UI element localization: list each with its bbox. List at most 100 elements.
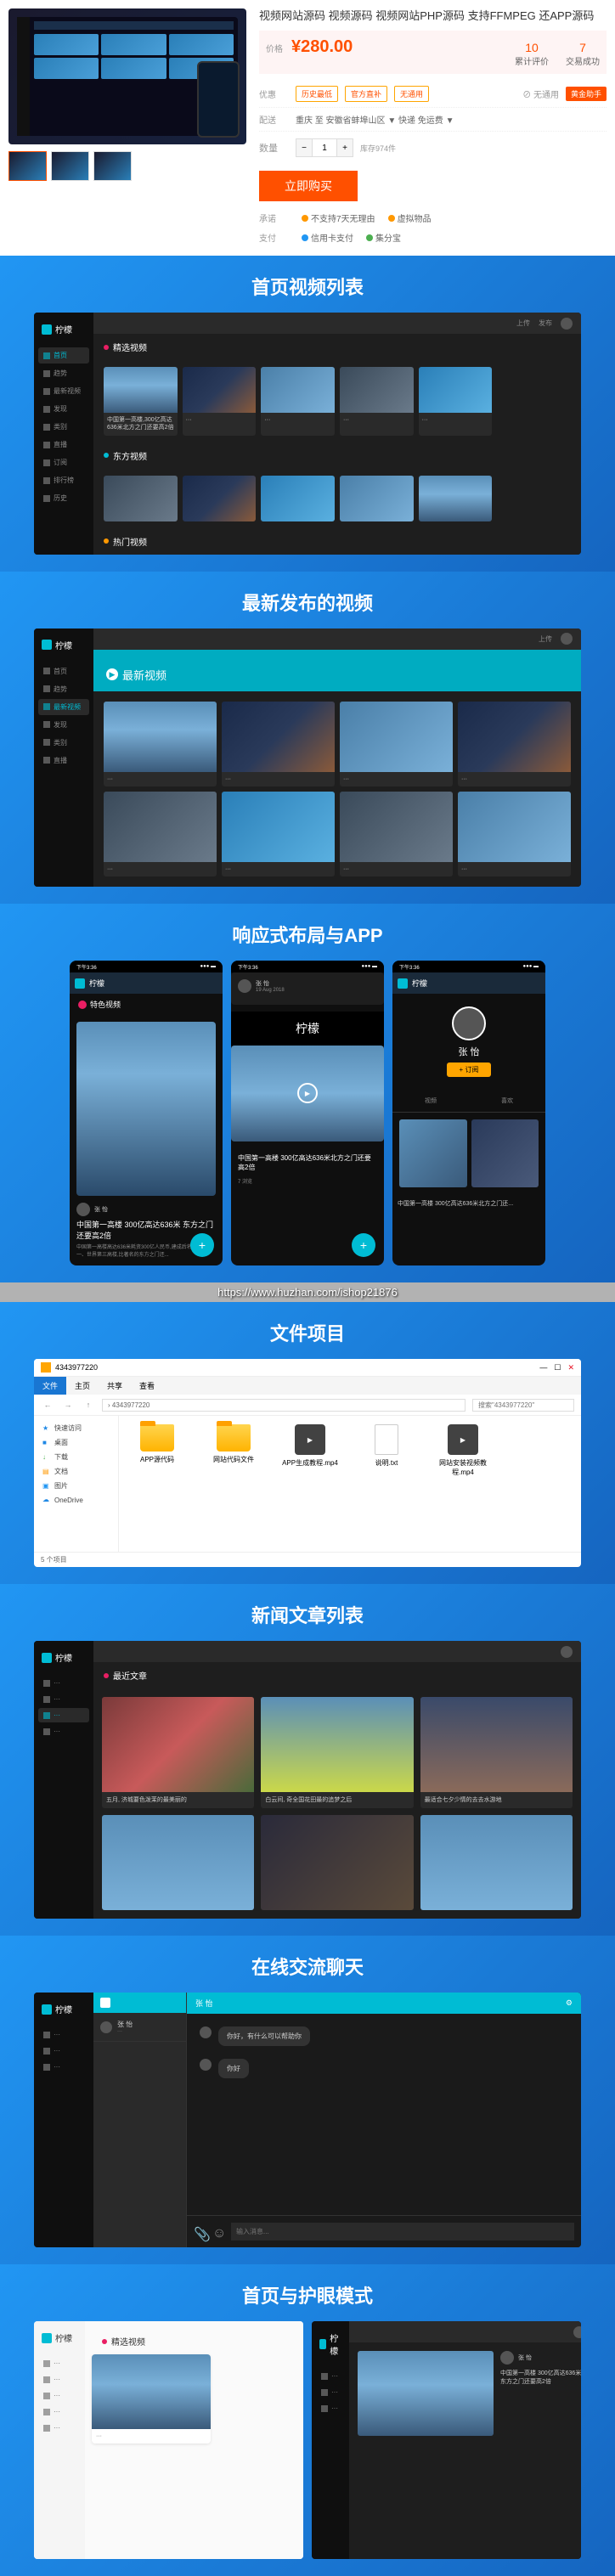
profile-video[interactable] — [471, 1119, 539, 1187]
featured-image[interactable] — [76, 1022, 216, 1196]
post-video[interactable]: ▶ — [231, 1046, 384, 1141]
buy-now-button[interactable]: 立即购买 — [259, 171, 358, 201]
documents[interactable]: ▤文档 — [39, 1464, 113, 1479]
maximize-icon[interactable]: ☐ — [554, 1363, 561, 1373]
sidebar-category[interactable]: 类别 — [38, 419, 89, 435]
video-card[interactable] — [419, 476, 493, 521]
tab-share[interactable]: 共享 — [99, 1377, 131, 1395]
tab-videos[interactable]: 视频 — [425, 1096, 437, 1105]
video-card[interactable] — [340, 476, 414, 521]
news-card[interactable] — [420, 1815, 573, 1910]
avatar[interactable] — [200, 2026, 212, 2038]
file-app-source[interactable]: APP源代码 — [127, 1424, 187, 1464]
sidebar-latest[interactable]: 最新视频 — [38, 383, 89, 399]
tab-view[interactable]: 查看 — [131, 1377, 163, 1395]
back-icon[interactable]: ← — [41, 1398, 54, 1412]
main-preview-image[interactable] — [8, 8, 246, 144]
sidebar-item[interactable]: 直播 — [38, 753, 89, 769]
video-card[interactable]: ··· — [458, 792, 571, 877]
sidebar-item[interactable]: 趋势 — [38, 681, 89, 697]
news-card[interactable] — [261, 1815, 413, 1910]
upload-link[interactable]: 上传 — [516, 318, 530, 328]
user-avatar[interactable] — [561, 318, 573, 330]
pictures[interactable]: ▣图片 — [39, 1479, 113, 1493]
brand-logo[interactable]: 柠檬 — [38, 319, 89, 339]
sidebar-live[interactable]: 直播 — [38, 437, 89, 453]
video-card[interactable]: ··· — [340, 702, 453, 786]
news-card[interactable]: 最适合七夕少情的去去水游地 — [420, 1697, 573, 1808]
video-card[interactable] — [358, 2351, 494, 2436]
quantity-stepper[interactable]: − + — [296, 138, 353, 157]
video-card[interactable] — [261, 476, 335, 521]
qty-plus[interactable]: + — [337, 139, 353, 156]
sidebar-home[interactable]: 首页 — [38, 347, 89, 364]
sidebar-item[interactable]: ··· — [38, 1724, 89, 1739]
subscribe-button[interactable]: + 订阅 — [447, 1063, 492, 1077]
chat-contact[interactable]: 张 怡··· — [93, 2013, 186, 2042]
qty-minus[interactable]: − — [296, 139, 312, 156]
sidebar-trend[interactable]: 趋势 — [38, 365, 89, 381]
close-icon[interactable]: ✕ — [567, 1363, 574, 1373]
profile-avatar[interactable] — [452, 1006, 486, 1040]
video-card[interactable]: ··· — [92, 2354, 211, 2444]
stat-sales[interactable]: 7 交易成功 — [566, 41, 600, 67]
news-card[interactable]: 五月, 济城要色泼茉的最美丽的 — [102, 1697, 254, 1808]
profile-video[interactable] — [399, 1119, 467, 1187]
sidebar-item[interactable]: 首页 — [38, 663, 89, 679]
sidebar-item[interactable]: ··· — [38, 1676, 89, 1690]
thumb-2[interactable] — [51, 151, 89, 181]
minimize-icon[interactable]: — — [539, 1363, 547, 1373]
video-card[interactable]: ··· — [183, 367, 257, 435]
file-readme[interactable]: 说明.txt — [357, 1424, 416, 1468]
video-card[interactable]: ··· — [261, 367, 335, 435]
stat-reviews[interactable]: 10 累计评价 — [515, 41, 549, 67]
thumb-1[interactable] — [8, 151, 47, 181]
file-web-source[interactable]: 网站代码文件 — [204, 1424, 263, 1464]
play-icon[interactable]: ▶ — [297, 1083, 318, 1103]
tab-file[interactable]: 文件 — [34, 1377, 66, 1395]
video-card[interactable]: ··· — [222, 792, 335, 877]
file-app-tutorial[interactable]: ▶APP生成教程.mp4 — [280, 1424, 340, 1468]
video-card[interactable]: ··· — [458, 702, 571, 786]
video-card[interactable]: ··· — [222, 702, 335, 786]
chat-input[interactable] — [231, 2223, 574, 2241]
downloads[interactable]: ↓下载 — [39, 1450, 113, 1464]
sidebar-item[interactable]: 最新视频 — [38, 699, 89, 715]
search-input[interactable] — [472, 1399, 574, 1412]
news-card[interactable]: 白云间, 奇全国花田最的追梦之后 — [261, 1697, 413, 1808]
forward-icon[interactable]: → — [61, 1398, 75, 1412]
video-card[interactable]: ··· — [104, 702, 217, 786]
fab-button[interactable]: + — [190, 1233, 214, 1257]
chat-settings-icon[interactable]: ⚙ — [566, 1998, 573, 2008]
file-install-tutorial[interactable]: ▶网站安装视频教程.mp4 — [433, 1424, 493, 1477]
publish-link[interactable]: 发布 — [539, 318, 552, 328]
onedrive[interactable]: ☁OneDrive — [39, 1493, 113, 1507]
sidebar-item[interactable]: ··· — [38, 1708, 89, 1722]
thumb-3[interactable] — [93, 151, 132, 181]
video-card[interactable]: ··· — [340, 367, 414, 435]
sidebar-sub[interactable]: 订阅 — [38, 454, 89, 471]
news-card[interactable] — [102, 1815, 254, 1910]
fab-button[interactable]: + — [352, 1233, 375, 1257]
video-card[interactable]: ··· — [340, 792, 453, 877]
tab-likes[interactable]: 喜欢 — [501, 1096, 513, 1105]
sidebar-item[interactable]: 类别 — [38, 735, 89, 751]
ship-destination[interactable]: 重庆 至 安徽省蚌埠山区 ▼ 快递 免运费 ▼ — [296, 113, 454, 126]
qty-input[interactable] — [312, 139, 337, 156]
quick-access[interactable]: ★快速访问 — [39, 1421, 113, 1435]
emoji-icon[interactable]: ☺ — [212, 2226, 224, 2238]
desktop[interactable]: ■桌面 — [39, 1435, 113, 1450]
path-bar[interactable]: › 4343977220 — [102, 1399, 465, 1412]
sidebar-rank[interactable]: 排行榜 — [38, 472, 89, 488]
sidebar-item[interactable]: 发现 — [38, 717, 89, 733]
video-card[interactable] — [104, 476, 178, 521]
avatar[interactable] — [76, 1203, 90, 1216]
up-icon[interactable]: ↑ — [82, 1398, 95, 1412]
sidebar-item[interactable]: ··· — [38, 1692, 89, 1706]
sidebar-discover[interactable]: 发现 — [38, 401, 89, 417]
attach-icon[interactable]: 📎 — [194, 2226, 206, 2238]
avatar[interactable] — [200, 2059, 212, 2071]
video-card[interactable]: ··· — [104, 792, 217, 877]
video-card[interactable]: ··· — [419, 367, 493, 435]
sidebar-history[interactable]: 历史 — [38, 490, 89, 506]
